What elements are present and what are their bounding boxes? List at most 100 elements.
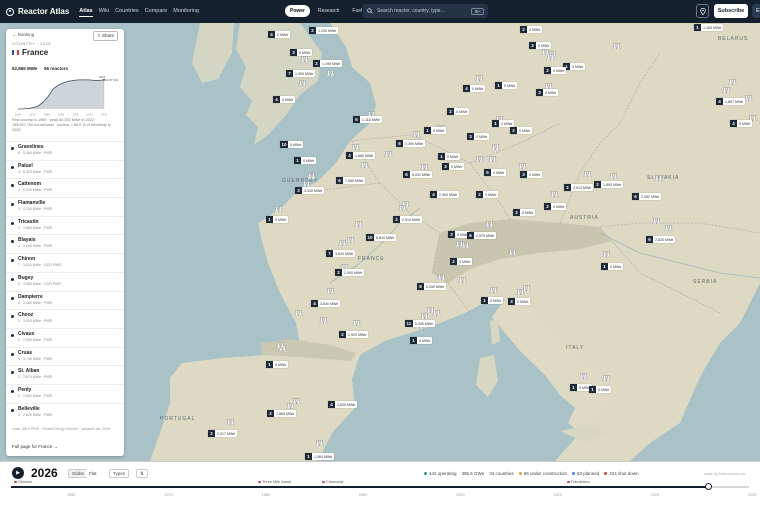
cooling-tower-icon[interactable] [602,375,611,381]
reactor-cluster-marker[interactable]: 20 MWe [450,258,473,265]
cooling-tower-icon[interactable] [300,56,309,62]
reactor-cluster-marker[interactable]: 20 MWe [476,191,499,198]
reactor-cluster-marker[interactable]: 6 2,820 MWe [646,236,676,243]
cooling-tower-icon[interactable] [491,144,500,150]
reactor-cluster-marker[interactable]: 2 1,200 MWe [309,27,339,34]
cooling-tower-icon[interactable] [420,164,429,170]
reactor-cluster-marker[interactable]: 10 MWe [294,157,317,164]
reactor-cluster-marker[interactable]: 10 MWe [492,120,515,127]
reactor-cluster-marker[interactable]: 2 1,865 MWe [267,410,297,417]
event-fukushima[interactable]: Fukushima [567,480,590,484]
back-to-ranking-link[interactable]: ← Ranking [12,32,34,37]
cooling-tower-icon[interactable] [398,205,407,211]
cooling-tower-icon[interactable] [654,175,663,181]
reactor-cluster-marker[interactable]: 10 MWe [563,63,586,70]
reactor-cluster-marker[interactable]: 7 1,000 MWe [286,70,316,77]
reactor-cluster-marker[interactable]: 30 MWe [536,89,559,96]
cooling-tower-icon[interactable] [315,440,324,446]
plant-row[interactable]: Bugey 5 · 3,580 MWe · GCR,PWR [6,271,124,291]
reactor-cluster-marker[interactable]: 30 MWe [442,163,465,170]
reactor-cluster-marker[interactable]: 1 1,160 MWe [694,24,724,31]
avatar[interactable]: E [752,4,760,18]
reactor-cluster-marker[interactable]: 4 3,640 MWe [311,300,341,307]
timeline-handle[interactable] [705,483,712,490]
reactor-cluster-marker[interactable]: 10 MWe [266,216,289,223]
cooling-tower-icon[interactable] [550,191,559,197]
cooling-tower-icon[interactable] [744,95,753,101]
cooling-tower-icon[interactable] [583,171,592,177]
reactor-cluster-marker[interactable]: 10 MWe [424,127,447,134]
cooling-tower-icon[interactable] [294,310,303,316]
reactor-cluster-marker[interactable]: 2 1,800 MWe [594,181,624,188]
reactor-cluster-marker[interactable]: 3 3,330 MWe [295,187,325,194]
reactor-cluster-marker[interactable]: 50 MWe [484,169,507,176]
reactor-cluster-marker[interactable]: 4 1,857 MWe [716,98,746,105]
share-button[interactable]: ⇪ Share [92,31,118,41]
cooling-tower-icon[interactable] [351,144,360,150]
reactor-cluster-marker[interactable]: 7 3,620 MWe [326,250,356,257]
cooling-tower-icon[interactable] [226,419,235,425]
cooling-tower-icon[interactable] [508,249,517,255]
plant-row[interactable]: Paluel 4 · 5,320 MWe · PWR [6,159,124,179]
reactor-cluster-marker[interactable]: 6 2,975 MWe [467,232,497,239]
globe-toggle[interactable]: Globe [68,469,89,478]
locate-button[interactable] [696,4,709,18]
flat-toggle[interactable]: Flat [86,469,100,478]
cooling-tower-icon[interactable] [579,373,588,379]
search-input[interactable]: Search reactor, country, type... [377,8,445,14]
cooling-tower-icon[interactable] [292,398,301,404]
cooling-tower-icon[interactable] [475,156,484,162]
cooling-tower-icon[interactable] [354,221,363,227]
event-three-mile-island[interactable]: Three Mile Island [258,480,291,484]
cooling-tower-icon[interactable] [516,289,525,295]
reactor-cluster-marker[interactable]: 1 1,064 MWe [305,453,335,460]
cooling-tower-icon[interactable] [475,75,484,81]
reactor-cluster-marker[interactable]: 10 8,810 MWe [366,234,397,241]
reactor-cluster-marker[interactable]: 6 2,390 MWe [396,140,426,147]
plant-row[interactable]: Blayais 4 · 3,640 MWe · PWR [6,234,124,253]
reactor-cluster-marker[interactable]: 8 6,250 MWe [417,283,447,290]
nav-atlas[interactable]: Atlas [79,6,93,17]
reactor-cluster-marker[interactable]: 40 MWe [463,85,486,92]
reactor-cluster-marker[interactable]: 2 2,917 MWe [208,430,238,437]
plant-row[interactable]: Tricastin 4 · 3,660 MWe · PWR [6,215,124,235]
reactor-cluster-marker[interactable]: 30 MWe [529,42,552,49]
plant-row[interactable]: Penly 2 · 2,660 MWe · PWR [6,383,124,403]
reactor-cluster-marker[interactable]: 20 MWe [510,127,533,134]
cooling-tower-icon[interactable] [437,274,446,280]
cooling-tower-icon[interactable] [541,49,550,55]
reactor-cluster-marker[interactable]: 20 MWe [544,67,567,74]
cooling-tower-icon[interactable] [420,313,429,319]
reactor-cluster-marker[interactable]: 20 MWe [520,26,543,33]
reactor-cluster-marker[interactable]: 20 MWe [447,108,470,115]
reactor-cluster-marker[interactable]: 10 MWe [589,386,612,393]
cooling-tower-icon[interactable] [352,320,361,326]
plant-row[interactable]: Chooz 3 · 3,000 MWe · PWR [6,309,124,328]
plant-row[interactable]: Flamanville 3 · 4,230 MWe · PWR [6,197,124,216]
reactor-cluster-marker[interactable]: 6 6,031 MWe [403,171,433,178]
plant-row[interactable]: Belleville 2 · 2,620 MWe · PWR [6,402,124,422]
reactor-cluster-marker[interactable]: 30 MWe [290,49,313,56]
cooling-tower-icon[interactable] [602,251,611,257]
reactor-cluster-marker[interactable]: 10 0 MWe [280,141,304,148]
cooling-tower-icon[interactable] [612,43,621,49]
reactor-cluster-marker[interactable]: 10 MWe [495,82,518,89]
reactor-cluster-marker[interactable]: 10 MWe [601,263,624,270]
cooling-tower-icon[interactable] [326,288,335,294]
types-button[interactable]: Types [109,469,130,478]
search-box[interactable]: Search reactor, country, type... ⌘K [363,4,488,18]
reactor-cluster-marker[interactable]: 2 1,195 MWe [313,60,343,67]
reactor-cluster-marker[interactable]: 6 1,116 MWe [353,116,383,123]
plant-row[interactable]: Cruas 4 · 3,745 MWe · PWR [6,346,124,366]
nav-wiki[interactable]: Wiki [99,6,109,17]
reactor-cluster-marker[interactable]: 2 2,920 MWe [339,331,369,338]
reactor-cluster-marker[interactable]: 4 1,660 MWe [346,152,376,159]
cooling-tower-icon[interactable] [722,87,731,93]
expand-button[interactable]: ⇅ [136,469,148,478]
cooling-tower-icon[interactable] [485,221,494,227]
cooling-tower-icon[interactable] [488,156,497,162]
app-logo[interactable]: Reactor Atlas [6,7,69,16]
cooling-tower-icon[interactable] [518,163,527,169]
cooling-tower-icon[interactable] [298,80,307,86]
cooling-tower-icon[interactable] [455,241,464,247]
